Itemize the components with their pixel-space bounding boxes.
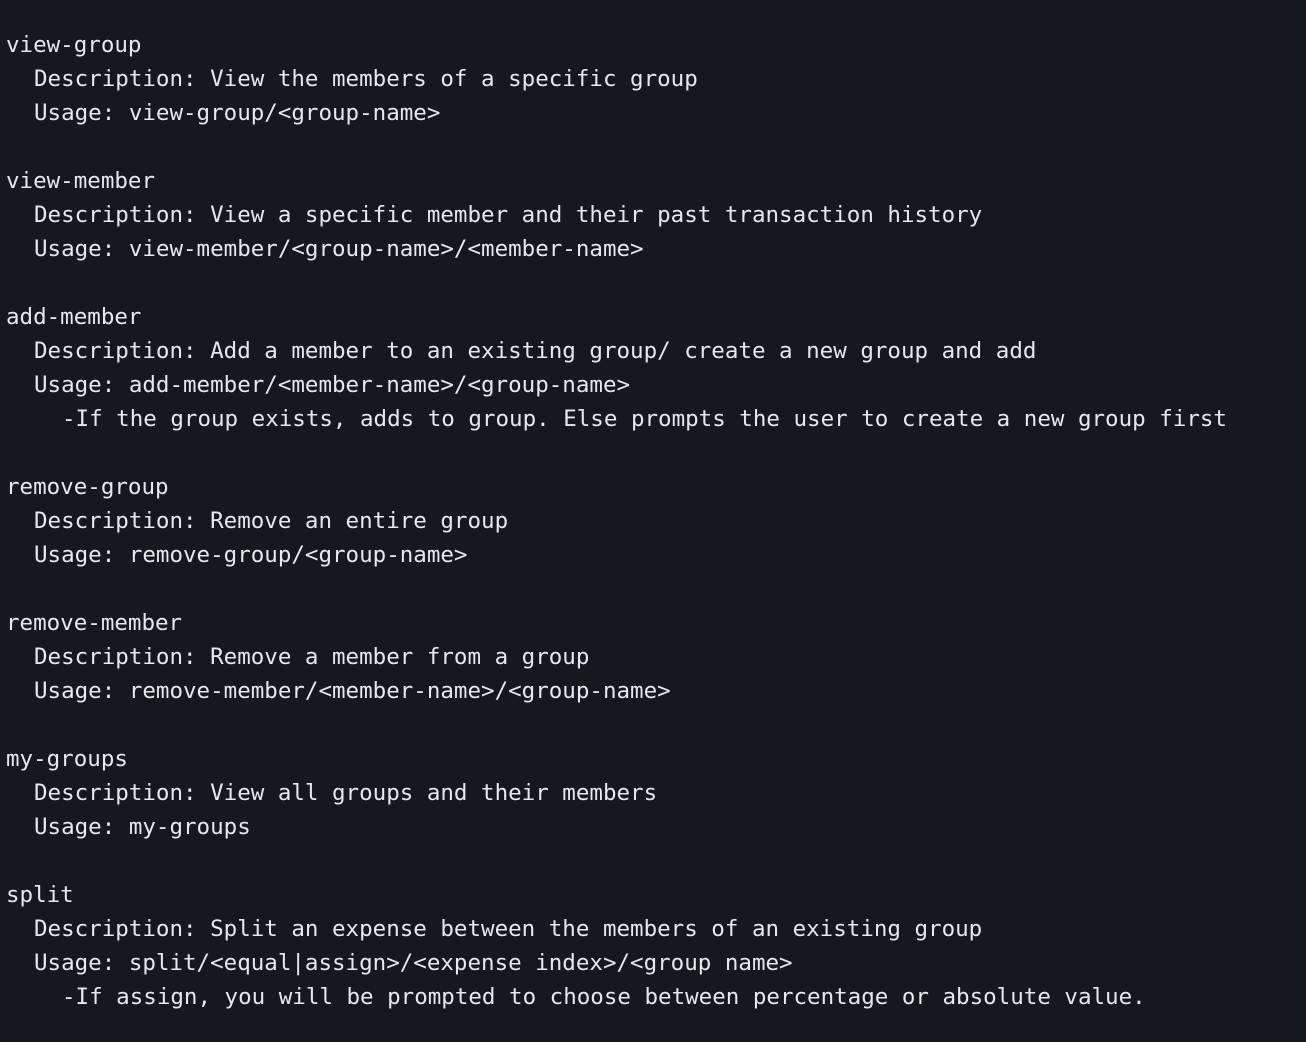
command-description: Description: Remove an entire group	[34, 508, 509, 534]
command-note: -If the group exists, adds to group. Els…	[62, 406, 1227, 432]
command-block-remove-member: remove-member Description: Remove a memb…	[6, 606, 1306, 708]
command-name: remove-group	[6, 474, 169, 500]
command-description: Description: View a specific member and …	[34, 202, 983, 228]
command-name: remove-member	[6, 610, 183, 636]
command-usage: Usage: add-member/<member-name>/<group-n…	[34, 372, 631, 398]
command-usage: Usage: remove-member/<member-name>/<grou…	[34, 678, 671, 704]
command-description: Description: Remove a member from a grou…	[34, 644, 590, 670]
command-usage: Usage: view-group/<group-name>	[34, 100, 441, 126]
command-description: Description: Add a member to an existing…	[34, 338, 1037, 364]
command-block-my-groups: my-groups Description: View all groups a…	[6, 742, 1306, 844]
command-block-remove-group: remove-group Description: Remove an enti…	[6, 470, 1306, 572]
command-name: add-member	[6, 304, 142, 330]
command-usage: Usage: split/<equal|assign>/<expense ind…	[34, 950, 793, 976]
command-block-add-member: add-member Description: Add a member to …	[6, 300, 1306, 436]
terminal-output: view-group Description: View the members…	[6, 28, 1306, 1014]
command-usage: Usage: remove-group/<group-name>	[34, 542, 468, 568]
command-block-view-member: view-member Description: View a specific…	[6, 164, 1306, 266]
command-block-view-group: view-group Description: View the members…	[6, 28, 1306, 130]
command-usage: Usage: my-groups	[34, 814, 251, 840]
command-name: view-group	[6, 32, 142, 58]
command-block-split: split Description: Split an expense betw…	[6, 878, 1306, 1014]
command-name: my-groups	[6, 746, 128, 772]
command-name: view-member	[6, 168, 156, 194]
command-description: Description: View the members of a speci…	[34, 66, 698, 92]
command-description: Description: View all groups and their m…	[34, 780, 658, 806]
command-usage: Usage: view-member/<group-name>/<member-…	[34, 236, 644, 262]
command-note: -If assign, you will be prompted to choo…	[62, 984, 1146, 1010]
command-description: Description: Split an expense between th…	[34, 916, 983, 942]
command-name: split	[6, 882, 74, 908]
